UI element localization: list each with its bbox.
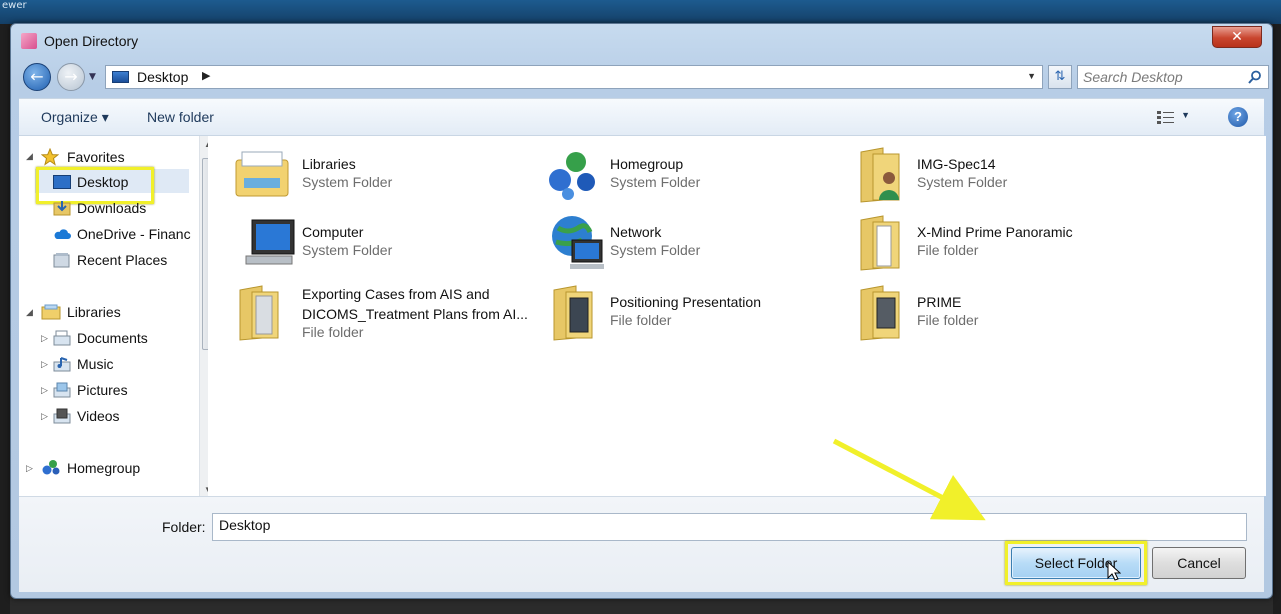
command-bar: Organize ▾ New folder ▼ ? <box>19 98 1264 136</box>
background-app-bar: ewer <box>0 0 1281 24</box>
view-options-dropdown-icon[interactable]: ▼ <box>1181 110 1190 120</box>
sidebar-item-pictures[interactable]: Pictures <box>77 379 128 401</box>
music-icon <box>53 357 71 372</box>
folder-icon <box>239 285 279 341</box>
list-item-computer[interactable]: Computer System Folder <box>234 214 534 274</box>
recent-places-icon <box>53 253 70 268</box>
forward-button[interactable]: → <box>57 63 85 91</box>
item-name: Computer <box>302 224 364 240</box>
item-name: IMG-Spec14 <box>917 156 996 172</box>
item-type: System Folder <box>610 174 701 190</box>
item-type: System Folder <box>302 242 393 258</box>
back-button[interactable]: ← <box>23 63 51 91</box>
item-name: Exporting Cases from AIS and DICOMS_Trea… <box>302 286 528 322</box>
close-button[interactable]: ✕ <box>1212 26 1262 48</box>
list-item-libraries[interactable]: Libraries System Folder <box>234 146 534 206</box>
libraries-expand-icon[interactable]: ◢ <box>26 307 33 318</box>
folder-name-input[interactable]: Desktop <box>212 513 1247 541</box>
star-icon <box>41 148 59 166</box>
background-left <box>0 24 10 614</box>
documents-expand-icon[interactable]: ▷ <box>41 333 48 344</box>
item-type: File folder <box>302 324 364 340</box>
title-bar: Open Directory ✕ <box>11 24 1272 56</box>
item-type: File folder <box>610 312 672 328</box>
search-box[interactable]: Search Desktop <box>1077 65 1269 89</box>
item-name: Positioning Presentation <box>610 294 761 310</box>
libraries-icon <box>235 151 289 197</box>
navigation-pane: ◢ Favorites Desktop Downloads OneDrive -… <box>19 136 216 496</box>
sidebar-item-homegroup[interactable]: Homegroup <box>67 457 140 479</box>
sidebar-item-music[interactable]: Music <box>77 353 114 375</box>
list-item-x-mind-prime-panoramic[interactable]: X-Mind Prime Panoramic File folder <box>849 214 1149 274</box>
item-name: X-Mind Prime Panoramic <box>917 224 1073 240</box>
item-name: PRIME <box>917 294 962 310</box>
homegroup-icon <box>549 152 595 200</box>
list-item-homegroup[interactable]: Homegroup System Folder <box>542 146 842 206</box>
file-list: Libraries System Folder Homegroup System… <box>208 136 1266 496</box>
network-icon <box>552 216 604 269</box>
videos-icon <box>53 408 71 424</box>
item-type: System Folder <box>610 242 701 258</box>
music-expand-icon[interactable]: ▷ <box>41 359 48 370</box>
sidebar-item-documents[interactable]: Documents <box>77 327 148 349</box>
list-item-prime[interactable]: PRIME File folder <box>849 284 1149 344</box>
folder-label: Folder: <box>162 519 206 535</box>
dialog-footer: Folder: Desktop Select Folder Cancel <box>19 496 1264 592</box>
videos-expand-icon[interactable]: ▷ <box>41 411 48 422</box>
desktop-icon <box>112 71 129 83</box>
search-icon[interactable] <box>1248 70 1262 84</box>
mouse-cursor-icon <box>1107 561 1121 581</box>
list-item-network[interactable]: Network System Folder <box>542 214 842 274</box>
tutorial-highlight-select-folder <box>1005 541 1147 585</box>
downloads-folder-icon <box>53 201 71 216</box>
onedrive-cloud-icon <box>54 229 71 239</box>
navigation-bar: ← → ▼ Desktop ▶ ▼ ⇅ Search Desktop <box>19 60 1269 94</box>
item-name: Homegroup <box>610 156 684 172</box>
list-item-positioning-presentation[interactable]: Positioning Presentation File folder <box>542 284 842 344</box>
folder-icon <box>860 215 900 271</box>
address-dropdown-icon[interactable]: ▼ <box>1027 71 1036 81</box>
documents-icon <box>53 330 71 346</box>
recent-pages-dropdown-icon[interactable]: ▼ <box>89 72 96 82</box>
cancel-button[interactable]: Cancel <box>1152 547 1246 579</box>
change-view-icon[interactable] <box>1156 109 1176 127</box>
homegroup-icon <box>42 460 60 475</box>
open-directory-dialog: Open Directory ✕ ← → ▼ Desktop ▶ ▼ ⇅ Sea… <box>10 23 1273 599</box>
folder-icon <box>860 285 900 341</box>
item-type: System Folder <box>302 174 393 190</box>
search-input[interactable]: Search Desktop <box>1083 69 1183 85</box>
window-title: Open Directory <box>44 33 139 49</box>
list-item-img-spec14[interactable]: IMG-Spec14 System Folder <box>849 146 1149 206</box>
pictures-icon <box>53 382 71 398</box>
favorites-expand-icon[interactable]: ◢ <box>26 151 33 162</box>
new-folder-button[interactable]: New folder <box>147 109 214 125</box>
user-folder-icon <box>860 147 900 203</box>
list-item-exporting-cases[interactable]: Exporting Cases from AIS and DICOMS_Trea… <box>234 284 534 344</box>
app-icon <box>21 33 37 49</box>
sidebar-item-favorites[interactable]: Favorites <box>67 146 125 168</box>
sidebar-item-videos[interactable]: Videos <box>77 405 120 427</box>
computer-icon <box>245 219 295 265</box>
sidebar-item-recent-places[interactable]: Recent Places <box>77 249 167 271</box>
address-bar[interactable]: Desktop ▶ ▼ <box>105 65 1043 89</box>
background-app-label: ewer <box>2 0 27 11</box>
refresh-button[interactable]: ⇅ <box>1048 65 1072 89</box>
item-type: File folder <box>917 242 979 258</box>
help-button[interactable]: ? <box>1228 107 1248 127</box>
sidebar-item-onedrive[interactable]: OneDrive - Financ <box>77 223 191 245</box>
pictures-expand-icon[interactable]: ▷ <box>41 385 48 396</box>
item-type: System Folder <box>917 174 1008 190</box>
item-name: Libraries <box>302 156 356 172</box>
address-text[interactable]: Desktop <box>137 69 188 85</box>
homegroup-expand-icon[interactable]: ▷ <box>26 463 33 474</box>
item-type: File folder <box>917 312 979 328</box>
organize-button[interactable]: Organize ▾ <box>41 109 109 126</box>
background-right <box>1273 24 1281 614</box>
item-name: Network <box>610 224 662 240</box>
breadcrumb-chevron-icon[interactable]: ▶ <box>202 69 210 82</box>
sidebar-item-downloads[interactable]: Downloads <box>77 197 146 219</box>
folder-icon <box>553 285 593 341</box>
sidebar-item-libraries[interactable]: Libraries <box>67 301 121 323</box>
libraries-icon <box>41 304 61 320</box>
